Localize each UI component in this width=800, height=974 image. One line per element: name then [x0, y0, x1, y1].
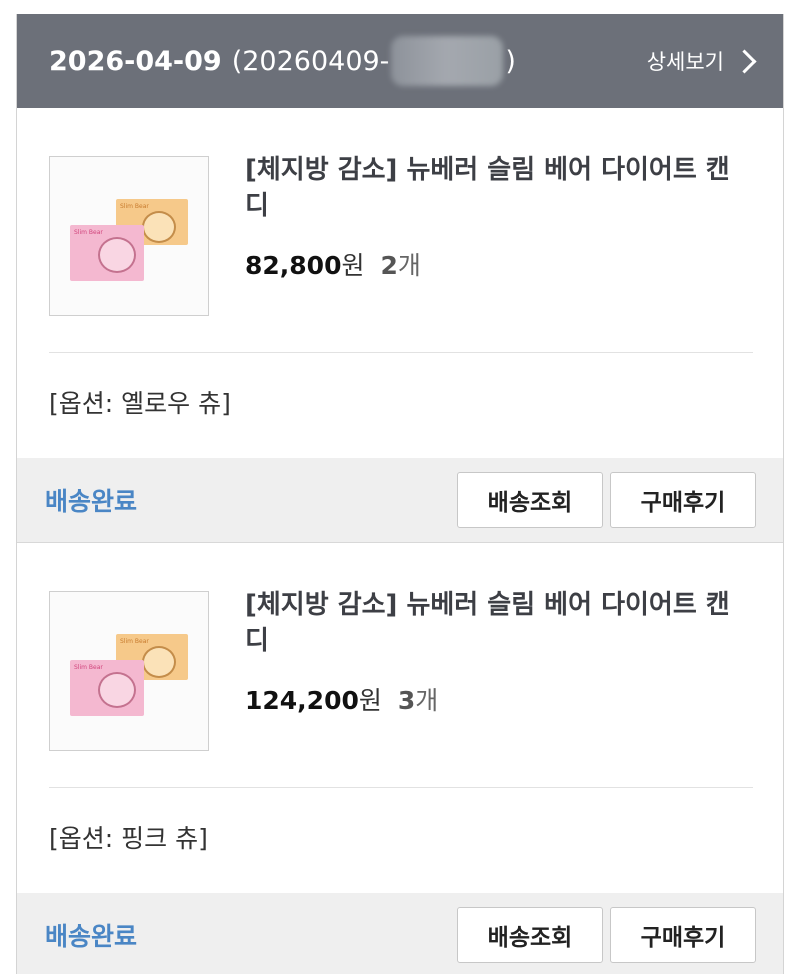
product-price: 82,800: [245, 251, 342, 280]
quantity-unit: 개: [415, 686, 439, 715]
track-delivery-button[interactable]: 배송조회: [457, 907, 603, 963]
bear-face-pink: [98, 237, 136, 273]
product-title[interactable]: [체지방 감소] 뉴베러 슬림 베어 다이어트 캔디: [245, 587, 745, 659]
write-review-button[interactable]: 구매후기: [610, 907, 756, 963]
product-option: [옵션: 옐로우 츄]: [49, 389, 231, 418]
order-detail-link[interactable]: 상세보기: [646, 46, 757, 76]
order-id: 2026-04-09 (20260409- ): [49, 36, 516, 86]
currency-unit: 원: [341, 251, 365, 280]
delivery-status: 배송완료: [45, 487, 138, 516]
redacted-order-number: [391, 36, 504, 86]
order-number-suffix: ): [505, 45, 516, 77]
package-label-yellow: Slim Bear: [120, 638, 149, 645]
delivery-status: 배송완료: [45, 922, 138, 951]
chevron-right-icon: [732, 48, 757, 74]
price-quantity: 124,200원 3개: [245, 681, 438, 717]
currency-unit: 원: [358, 686, 382, 715]
order-item: Slim Bear Slim Bear [체지방 감소] 뉴베러 슬림 베어 다…: [17, 108, 783, 458]
write-review-button[interactable]: 구매후기: [610, 472, 756, 528]
product-title[interactable]: [체지방 감소] 뉴베러 슬림 베어 다이어트 캔디: [245, 152, 745, 224]
order-header: 2026-04-09 (20260409- ) 상세보기: [17, 14, 783, 108]
status-bar: 배송완료 배송조회 구매후기: [17, 458, 783, 543]
product-quantity: 2: [380, 251, 398, 280]
status-bar: 배송완료 배송조회 구매후기: [17, 893, 783, 974]
bear-face-yellow: [142, 646, 176, 678]
product-option: [옵션: 핑크 츄]: [49, 824, 208, 853]
product-thumbnail[interactable]: Slim Bear Slim Bear: [49, 591, 209, 751]
order-number-prefix: (20260409-: [231, 45, 390, 77]
order-date: 2026-04-09: [49, 45, 222, 77]
bear-face-yellow: [142, 211, 176, 243]
order-item: Slim Bear Slim Bear [체지방 감소] 뉴베러 슬림 베어 다…: [17, 543, 783, 893]
product-quantity: 3: [397, 686, 416, 715]
divider: [49, 352, 753, 353]
product-thumbnail[interactable]: Slim Bear Slim Bear: [49, 156, 209, 316]
order-card: 2026-04-09 (20260409- ) 상세보기 Slim Bear S…: [16, 14, 784, 974]
product-price: 124,200: [245, 686, 359, 715]
package-label-pink: Slim Bear: [74, 229, 103, 236]
price-quantity: 82,800원 2개: [245, 246, 421, 282]
package-label-pink: Slim Bear: [74, 664, 103, 671]
bear-face-pink: [98, 672, 136, 708]
package-label-yellow: Slim Bear: [120, 203, 149, 210]
detail-label: 상세보기: [646, 50, 724, 74]
track-delivery-button[interactable]: 배송조회: [457, 472, 603, 528]
quantity-unit: 개: [397, 251, 421, 280]
divider: [49, 787, 753, 788]
